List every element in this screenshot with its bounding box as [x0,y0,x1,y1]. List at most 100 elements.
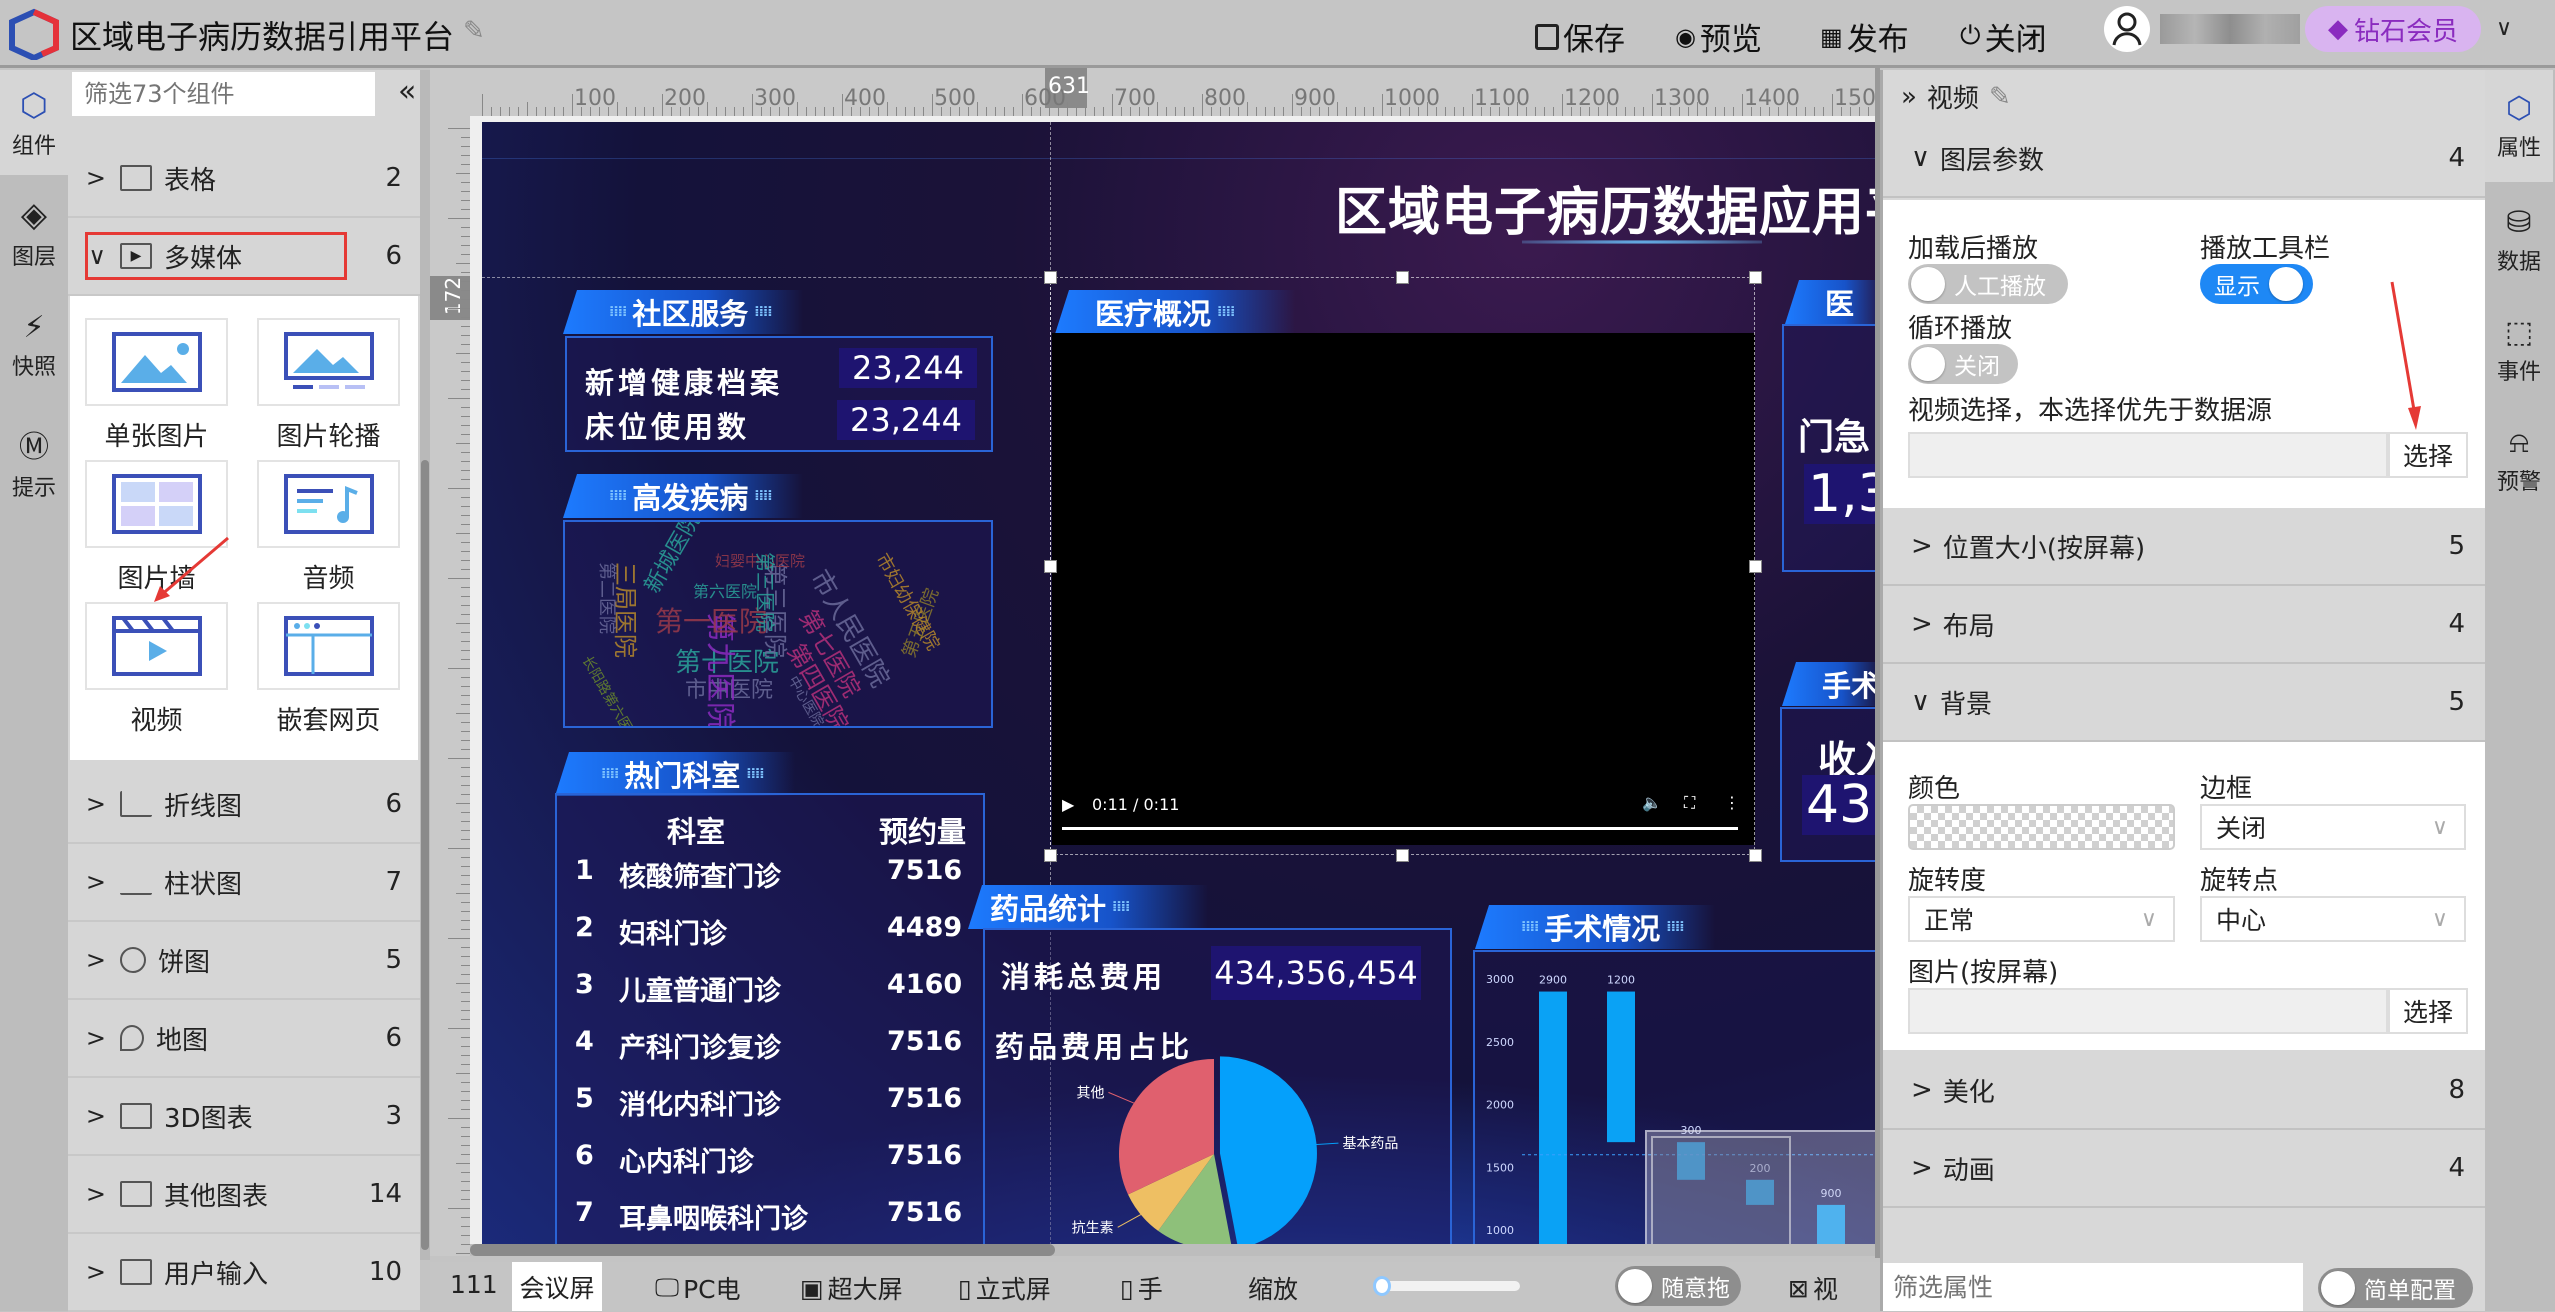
vip-label: 钻石会员 [2353,16,2458,47]
ruler-tick [448,218,470,219]
category-other-charts[interactable]: > 其他图表 14 [68,1156,420,1234]
background-image-input[interactable] [1908,988,2388,1034]
free-drag-toggle[interactable]: 随意拖 [1615,1266,1741,1306]
section-layer-params[interactable]: ∨ 图层参数 4 [1883,120,2485,198]
screen-tab-pc[interactable]: 🖵 PC电 [655,1270,741,1306]
publish-label: 发布 [1846,22,1909,58]
category-bar-chart[interactable]: > 柱状图 7 [68,844,420,922]
video-select-button[interactable]: 选择 [2388,432,2468,478]
ruler-tick [461,785,470,786]
ruler-tick [461,659,470,660]
autoplay-toggle[interactable]: 人工播放 [1908,264,2068,304]
loop-toggle[interactable]: 关闭 [1908,344,2018,384]
vip-badge[interactable]: ◆ 钻石会员 [2305,6,2481,52]
rail-tab-alerts[interactable]: ⍾ 预警 [2485,425,2553,496]
category-3d-chart[interactable]: >3D图表 3 [68,1078,420,1156]
ruler-tick [461,929,470,930]
ruler-tick [509,107,510,116]
video-source-input[interactable] [1908,432,2388,478]
ruler-tick [448,398,470,399]
screen-tab-vertical[interactable]: ▯ 立式屏 [958,1270,1051,1306]
category-user-input[interactable]: > 用户输入 10 [68,1234,420,1312]
chevron-right-icon: > [85,1258,106,1286]
rail-tab-events[interactable]: ⬚ 事件 [2485,315,2553,386]
save-button[interactable]: 保存 [1535,14,1625,59]
y-tick-label: 1000 [1486,1224,1514,1237]
publish-icon: ▦ [1820,22,1843,51]
property-filter-input[interactable] [1883,1263,2303,1311]
ruler-tick [461,821,470,822]
user-menu-chevron-icon[interactable]: ∨ [2496,16,2512,41]
screen-tab-meeting[interactable]: 会议屏 [512,1262,602,1311]
rail-tab-properties[interactable]: ⬡ 属性 [2485,70,2553,182]
section-layout[interactable]: > 布局 4 [1883,586,2485,664]
category-multimedia[interactable]: ∨ ▶ 多媒体 6 [68,218,420,296]
avatar[interactable] [2104,6,2150,52]
section-position-size[interactable]: > 位置大小(按屏幕) 5 [1883,508,2485,586]
close-button[interactable]: ⏻ 关闭 [1960,14,2047,59]
design-canvas[interactable]: 区域电子病历数据应用平 ⁞⁞⁞⁞ 社区服务 ⁞⁞⁞⁞ 新增健康档案 23,244 床… [470,116,1875,1256]
component-search-input[interactable] [72,72,375,116]
rail-tab-layers[interactable]: ◈ 图层 [0,195,68,271]
toolbar-toggle[interactable]: 显示 [2200,264,2313,304]
ruler-tick [456,443,470,444]
rail-tab-data[interactable]: ⛁ 数据 [2485,205,2553,276]
rotation-select[interactable]: 正常 ∨ [1908,896,2175,942]
pivot-select[interactable]: 中心 ∨ [2200,896,2466,942]
component-image-wall[interactable] [85,460,228,548]
publish-button[interactable]: ▦ 发布 [1820,14,1909,59]
edit-title-icon[interactable]: ✎ [463,16,485,46]
section-animation[interactable]: > 动画 4 [1883,1130,2485,1208]
ruler-tick [1085,107,1086,116]
toggle-knob [2321,1271,2355,1305]
preview-button[interactable]: ◉ 预览 [1675,14,1762,59]
ruler-tick [461,470,470,471]
component-single-image[interactable] [85,318,228,406]
ruler-tick [1445,107,1446,116]
ruler-tick [461,1001,470,1002]
bar-value-label: 2900 [1539,974,1567,987]
section-background[interactable]: ∨ 背景 5 [1883,664,2485,742]
minimap[interactable] [1645,1130,1875,1250]
component-video[interactable] [85,602,228,690]
category-map[interactable]: > 地图 6 [68,1000,420,1078]
ruler-tick [456,1073,470,1074]
section-count: 4 [2448,1153,2465,1183]
category-table[interactable]: > 表格 2 [68,140,420,218]
component-label: 音频 [302,564,355,594]
expand-panel-icon[interactable]: » [1901,82,1917,112]
component-audio[interactable] [257,460,400,548]
rail-tab-components[interactable]: ⬡ 组件 [0,70,68,175]
view-button[interactable]: ⊠ 视 [1788,1270,1838,1306]
rail-tab-snapshot[interactable]: ⚡ 快照 [0,310,68,381]
rail-tab-tips[interactable]: Ⓜ 提示 [0,422,68,502]
ruler-tick [1346,107,1347,116]
toggle-knob [2269,267,2303,301]
collapse-panel-icon[interactable]: « [398,74,416,109]
simple-config-toggle[interactable]: 简单配置 [2318,1268,2473,1308]
border-select[interactable]: 关闭 ∨ [2200,804,2466,850]
screen-tab-mobile[interactable]: ▯ 手 [1120,1270,1163,1306]
zoom-slider-handle[interactable] [1373,1276,1392,1296]
ruler-tick [995,107,996,116]
zoom-slider[interactable] [1375,1281,1520,1291]
edit-icon[interactable]: ✎ [1989,82,2011,112]
image-select-button[interactable]: 选择 [2388,988,2468,1034]
ruler-tick [461,524,470,525]
category-line-chart[interactable]: > 折线图 6 [68,766,420,844]
color-picker[interactable] [1908,804,2175,850]
section-beautify[interactable]: > 美化 8 [1883,1052,2485,1130]
ruler-tick [461,389,470,390]
field-label: 播放工具栏 [2200,234,2331,264]
category-pie-chart[interactable]: > 饼图 5 [68,922,420,1000]
left-panel-scrollbar-thumb[interactable] [421,460,429,1250]
horizontal-scrollbar-thumb[interactable] [470,1244,1055,1256]
ruler-tick [461,146,470,147]
component-image-carousel[interactable] [257,318,400,406]
ruler-marker-y: 172 [441,276,466,316]
ruler-tick [461,1154,470,1155]
component-embedded-webpage[interactable] [257,602,400,690]
media-components-grid: 单张图片 图片轮播 图片墙 音频 视频 嵌套网页 [70,296,418,760]
minimap-viewport[interactable] [1651,1136,1791,1246]
screen-tab-large[interactable]: ▣ 超大屏 [800,1270,903,1306]
